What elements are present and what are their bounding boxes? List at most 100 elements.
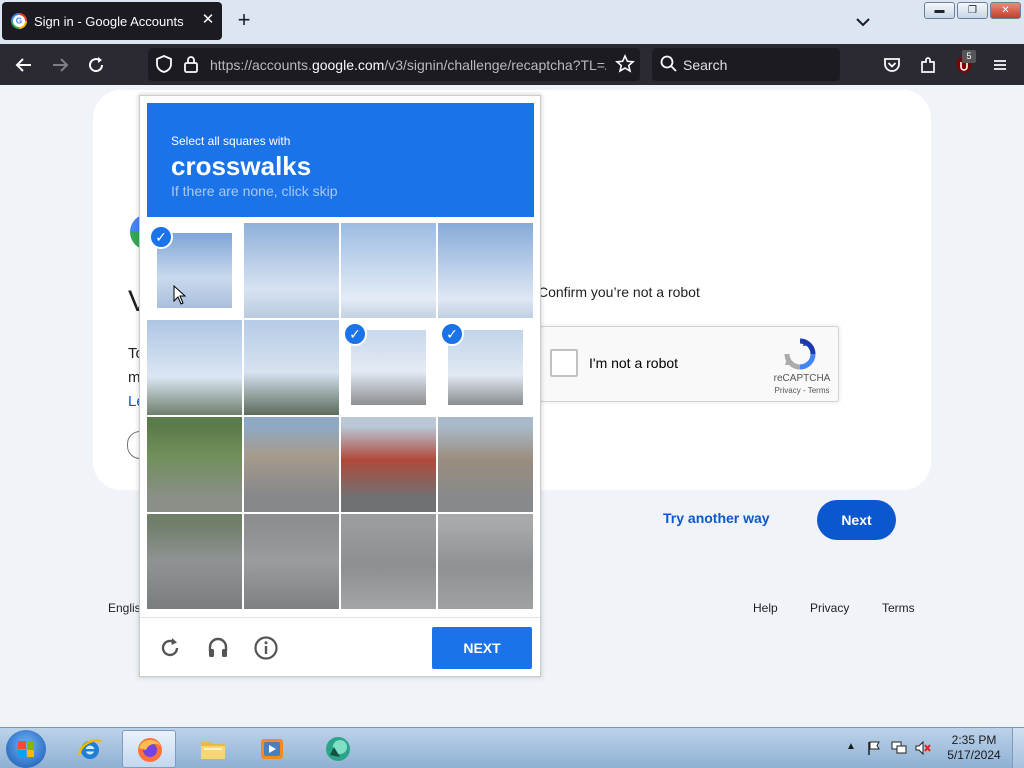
tracking-protection-shield-icon[interactable] [153,53,175,75]
tab-title: Sign in - Google Accounts [34,14,184,29]
minimize-button[interactable]: ▬ [924,2,955,19]
tile-image [341,514,436,609]
forward-arrow-icon[interactable] [49,54,71,76]
image-tile[interactable] [341,514,436,609]
not-a-robot-checkbox[interactable] [550,349,578,377]
image-tile[interactable] [147,417,242,512]
image-tile[interactable] [341,223,436,318]
url-bar[interactable]: https://accounts.google.com/v3/signin/ch… [148,48,640,81]
search-bar[interactable]: Search [652,48,840,81]
tile-image [438,514,533,609]
show-desktop-button[interactable] [1012,728,1024,768]
image-tile-grid: ✓ ✓ ✓ [147,223,534,610]
tile-image [341,417,436,512]
image-tile[interactable] [147,320,242,415]
hamburger-menu-icon[interactable] [989,54,1011,76]
start-button[interactable] [6,730,46,768]
reload-page-icon[interactable] [85,54,107,76]
navigation-toolbar: https://accounts.google.com/v3/signin/ch… [0,44,1024,85]
clock-date: 5/17/2024 [947,748,1001,762]
image-tile[interactable] [438,514,533,609]
tile-image [438,223,533,318]
taskbar-firefox[interactable] [122,730,176,768]
tile-image [147,514,242,609]
tile-selected-check-icon: ✓ [440,322,464,346]
audio-icon[interactable] [205,635,231,661]
image-tile[interactable] [244,514,339,609]
tile-image [147,417,242,512]
challenge-instruction: Select all squares with [171,134,291,148]
list-all-tabs-chevron-icon[interactable] [852,12,874,32]
bookmark-star-icon[interactable] [614,53,636,75]
volume-muted-icon[interactable] [914,740,932,756]
window-controls: ▬ ❐ ✕ [924,2,1021,20]
mouse-cursor-icon [173,285,187,305]
tile-selected-check-icon: ✓ [343,322,367,346]
url-text: https://accounts.google.com/v3/signin/ch… [210,57,606,73]
try-another-way-button[interactable]: Try another way [663,510,770,526]
recaptcha-widget: I'm not a robot reCAPTCHA Privacy - Term… [540,326,839,402]
show-hidden-icons-icon[interactable]: ▲ [846,741,856,752]
network-icon[interactable] [890,740,908,756]
windows-taskbar: ▲ 2:35 PM 5/17/2024 [0,727,1024,768]
language-selector[interactable]: Englis [108,601,141,615]
challenge-header: Select all squares with crosswalks If th… [147,103,534,217]
image-tile[interactable] [147,514,242,609]
challenge-skip-hint: If there are none, click skip [171,183,338,199]
back-arrow-icon[interactable] [13,54,35,76]
media-player-icon [261,739,283,759]
tab-close-icon[interactable]: ✕ [200,12,216,28]
info-icon[interactable] [253,635,279,661]
recaptcha-brand: reCAPTCHA [773,373,831,384]
extensions-puzzle-icon[interactable] [917,54,939,76]
recaptcha-privacy-terms-link[interactable]: Privacy - Terms [767,386,837,395]
footer-terms-link[interactable]: Terms [882,601,915,615]
image-tile[interactable] [341,417,436,512]
tile-image [244,320,339,415]
image-tile[interactable] [244,320,339,415]
image-tile[interactable] [438,417,533,512]
image-tile[interactable]: ✓ [147,223,242,318]
app-icon [326,737,350,761]
tile-image [244,223,339,318]
firefox-icon [138,738,162,762]
lock-icon[interactable] [180,53,202,75]
taskbar-clock[interactable]: 2:35 PM 5/17/2024 [942,733,1006,763]
challenge-next-button[interactable]: NEXT [432,627,532,669]
windows-logo-icon [18,741,34,757]
confirm-not-robot-text: Confirm you’re not a robot [538,284,700,300]
file-explorer-icon [201,742,225,759]
new-tab-button[interactable]: + [233,9,255,31]
action-center-flag-icon[interactable] [866,740,882,756]
tab-google-signin[interactable]: Sign in - Google Accounts ✕ [2,2,222,40]
tile-image [244,417,339,512]
footer-privacy-link[interactable]: Privacy [810,601,849,615]
image-tile[interactable]: ✓ [341,320,436,415]
image-tile[interactable] [244,223,339,318]
pocket-icon[interactable] [881,54,903,76]
google-favicon-icon [11,13,27,29]
not-a-robot-label: I'm not a robot [589,355,679,371]
internet-explorer-icon [77,739,102,759]
recaptcha-challenge-popup: Select all squares with crosswalks If th… [139,95,541,677]
next-button[interactable]: Next [817,500,896,540]
taskbar-media-player[interactable] [245,730,299,768]
image-tile[interactable]: ✓ [438,320,533,415]
tile-selected-check-icon: ✓ [149,225,173,249]
tile-image [147,320,242,415]
challenge-target-word: crosswalks [171,151,312,181]
reload-icon[interactable] [157,635,183,661]
search-placeholder: Search [683,57,728,73]
window-close-button[interactable]: ✕ [990,2,1021,19]
taskbar-internet-explorer[interactable] [63,730,117,768]
image-tile[interactable] [438,223,533,318]
challenge-footer: NEXT [140,617,540,677]
restore-button[interactable]: ❐ [957,2,988,19]
tab-strip: Sign in - Google Accounts ✕ + ▬ ❐ ✕ [0,0,1024,44]
recaptcha-logo-icon [783,337,817,371]
image-tile[interactable] [244,417,339,512]
taskbar-file-explorer[interactable] [186,730,240,768]
taskbar-app[interactable] [311,730,365,768]
tile-image [438,417,533,512]
footer-help-link[interactable]: Help [753,601,778,615]
